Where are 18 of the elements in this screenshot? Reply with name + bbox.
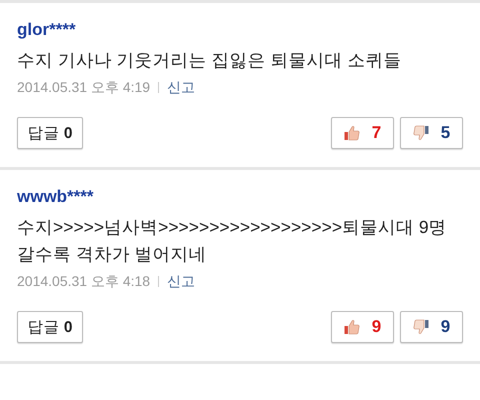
reply-button[interactable]: 답글 0	[17, 311, 83, 343]
username[interactable]: glor****	[17, 19, 463, 41]
thumbs-up-icon	[344, 125, 360, 141]
username[interactable]: wwwb****	[17, 186, 463, 208]
thumbs-down-icon	[412, 125, 429, 141]
report-link[interactable]: 신고	[167, 271, 196, 291]
dislike-button[interactable]: 5	[400, 117, 463, 149]
thumbs-up-icon	[344, 319, 360, 335]
comment-text: 수지>>>>>넘사벽>>>>>>>>>>>>>>>>>>퇴물시대 9명 갈수록 격차가 벌어지네	[17, 216, 448, 266]
report-link[interactable]: 신고	[167, 77, 196, 97]
comment-date: 2014.05.31 오후 4:19	[17, 78, 150, 97]
comment-text: 수지 기사나 기웃거리는 집잃은 퇴물시대 소퀴들	[17, 49, 402, 72]
reply-button[interactable]: 답글 0	[17, 117, 83, 149]
thumbs-down-icon	[412, 319, 429, 335]
like-button[interactable]: 9	[331, 311, 394, 343]
comment-date: 2014.05.31 오후 4:18	[17, 272, 150, 291]
like-button[interactable]: 7	[331, 117, 394, 149]
dislike-button[interactable]: 9	[400, 311, 463, 343]
